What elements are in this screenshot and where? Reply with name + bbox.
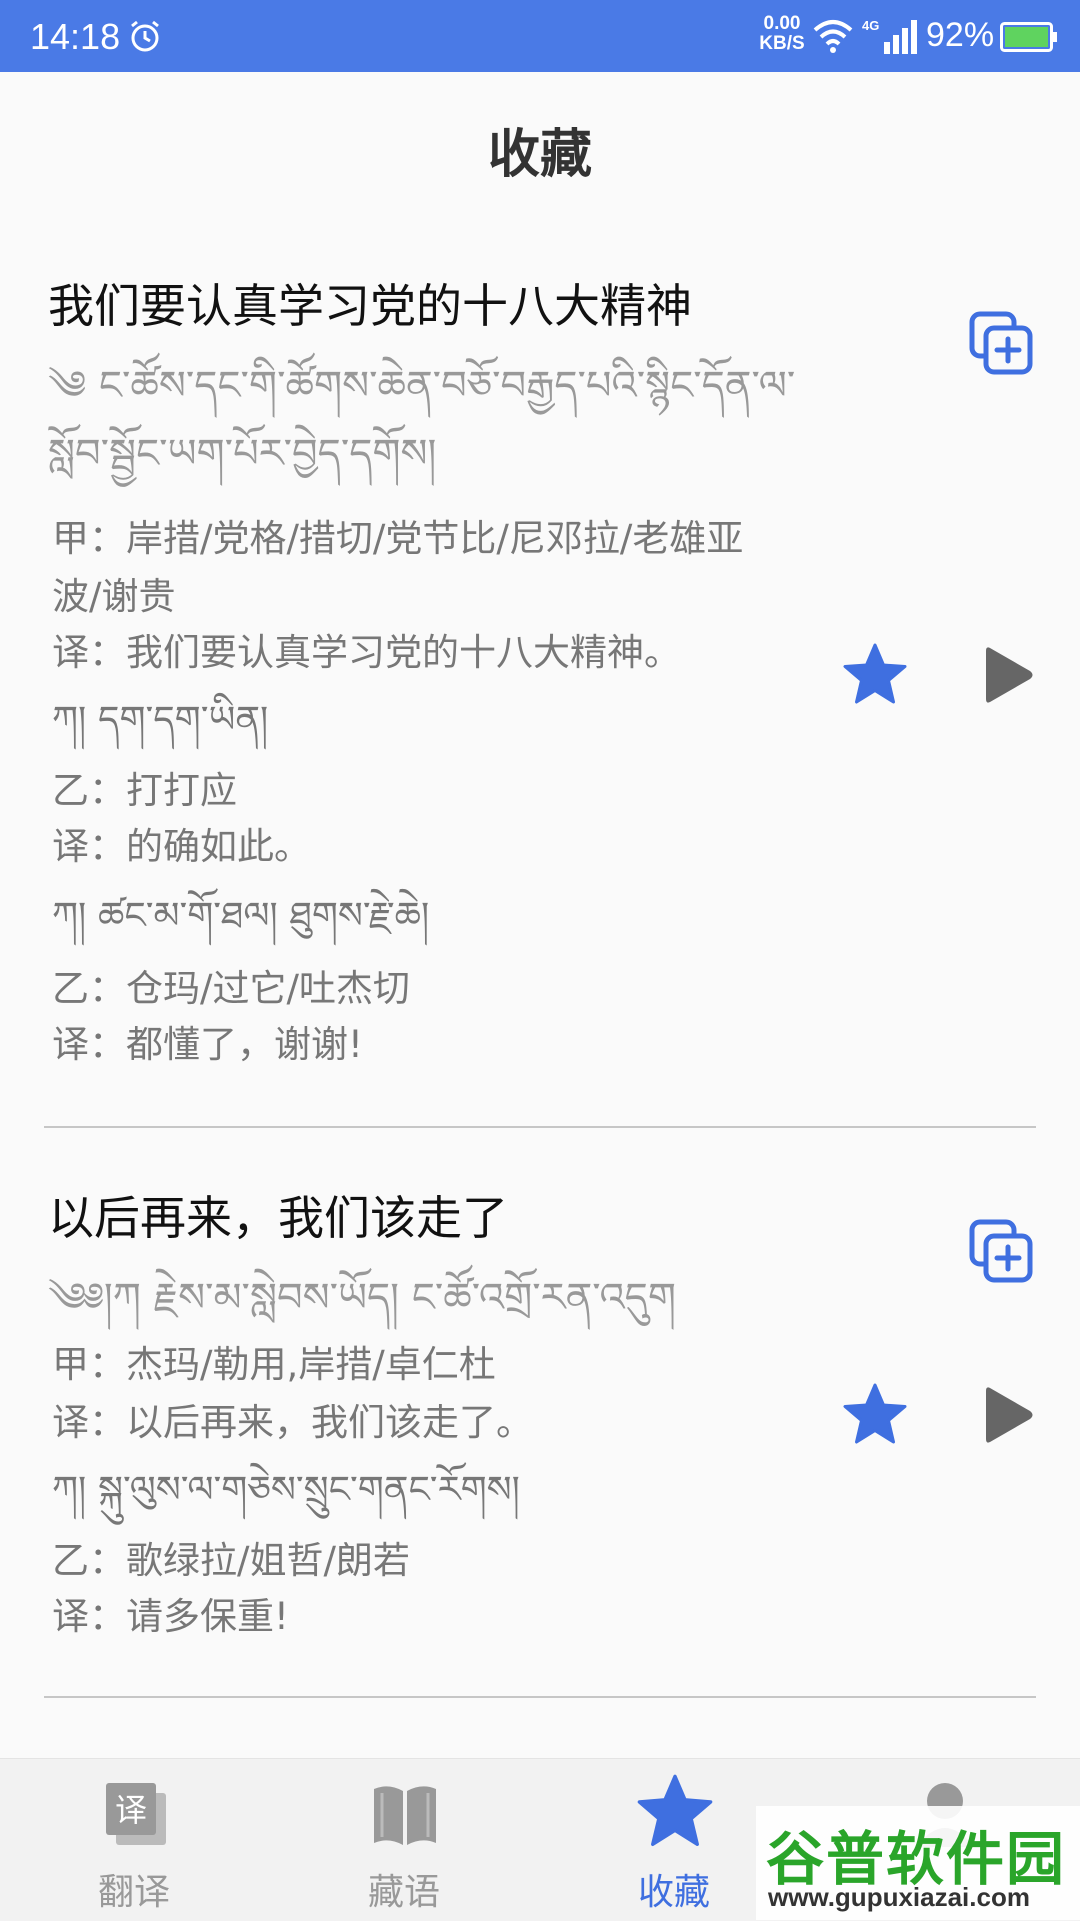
svg-text:译: 译 [115,1791,147,1829]
item-title: 我们要认真学习党的十八大精神 [48,279,692,333]
copy-add-icon[interactable] [968,1218,1034,1284]
favorite-item: 以后再来，我们该走了 ༄༅།ཀ རྗེས་མ་སླེབས་ཡོད། ང་ཚོ་འ… [0,1172,1080,1692]
book-icon [374,1786,436,1845]
page-title: 收藏 [487,125,592,185]
star-icon[interactable] [842,642,908,708]
play-icon[interactable] [982,1382,1036,1448]
battery-icon [1000,22,1057,52]
svg-text:4G: 4G [862,18,879,33]
divider [44,1126,1036,1128]
dialog-line: 波/谢贵 [52,575,176,618]
dialog-line: 译：以后再来，我们该走了。 [52,1401,533,1444]
play-icon[interactable] [982,642,1036,708]
status-bar: 14:18 0.00 KB/S 4G 92% [0,0,1080,72]
favorite-item: 我们要认真学习党的十八大精神 ༄ ང་ཚོས་དང་གི་ཚོགས་ཆེན་བཅ… [0,260,1080,1130]
dialog-line: 乙：打打应 [52,769,237,812]
dialog-line: 译：都懂了，谢谢! [52,1023,363,1066]
dialog-line: 乙：歌绿拉/姐哲/朗若 [52,1539,410,1582]
dialog-line: 甲：杰玛/勒用,岸措/卓仁杜 [52,1343,496,1386]
watermark: 谷普软件园 www.gupuxiazai.com [756,1806,1080,1920]
nav-item-tibetan[interactable]: 藏语 [304,1759,504,1921]
status-time: 14:18 [30,16,121,57]
dialog-line: 甲：岸措/党格/措切/党节比/尼邓拉/老雄亚 [52,517,744,560]
battery-level: 92% [926,16,995,54]
net-speed-value: 0.00 [763,13,801,34]
nav-label: 藏语 [367,1872,440,1913]
translate-icon: 译 [106,1783,166,1845]
wifi-icon [813,20,853,53]
alarm-icon [131,20,159,52]
net-speed: 0.00 KB/S [752,14,812,54]
signal-icon: 4G [862,18,917,54]
dialog-line: 译：的确如此。 [52,825,311,868]
net-speed-unit: KB/S [759,33,805,54]
copy-add-icon[interactable] [968,310,1034,376]
tibetan-title: སློབ་སྦྱོང་ཡག་པོར་བྱེད་དགོས། [48,431,437,477]
nav-label: 翻译 [97,1872,170,1913]
star-icon[interactable] [842,1382,908,1448]
star-icon [637,1774,713,1846]
nav-label: 收藏 [637,1872,710,1913]
dialog-line: 译：请多保重! [52,1595,289,1638]
item-title: 以后再来，我们该走了 [48,1191,508,1245]
divider [44,1696,1036,1698]
nav-item-favorites[interactable]: 收藏 [574,1759,774,1921]
dialog-line: 乙：仓玛/过它/吐杰切 [52,967,410,1010]
watermark-url: www.gupuxiazai.com [768,1882,1030,1912]
nav-item-translate[interactable]: 译 翻译 [34,1759,234,1921]
dialog-line: 译：我们要认真学习党的十八大精神。 [52,631,681,674]
